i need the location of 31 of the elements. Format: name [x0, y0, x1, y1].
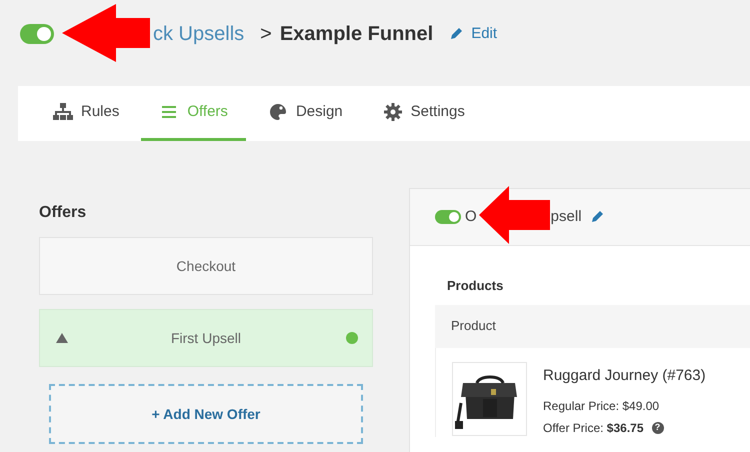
edit-link[interactable]: Edit: [449, 22, 498, 46]
add-offer-button[interactable]: + Add New Offer: [49, 384, 363, 444]
tab[interactable]: Rules: [35, 86, 138, 141]
breadcrumb-link[interactable]: ck Upsells: [153, 19, 244, 49]
column-header: Product: [435, 304, 750, 348]
products-label: Products: [447, 277, 504, 295]
tab[interactable]: Design: [250, 86, 361, 141]
funnel-title: Example Funnel: [280, 22, 434, 47]
tab[interactable]: Settings: [364, 86, 483, 141]
offer-title: O: [465, 206, 477, 227]
pencil-icon: [449, 27, 464, 41]
gear-icon: [382, 102, 403, 122]
offer-card[interactable]: Checkout: [39, 237, 373, 295]
offer-price: Offer Price: $36.75: [543, 420, 644, 437]
regular-price: Regular Price: $49.00: [543, 398, 660, 415]
sitemap-icon: [53, 102, 73, 122]
palette-icon: [268, 102, 288, 122]
status-dot: [346, 332, 358, 344]
help-icon[interactable]: ?: [652, 422, 664, 434]
offer-label: Checkout: [176, 256, 236, 276]
pencil-icon: [590, 210, 604, 224]
offer-card[interactable]: First Upsell: [39, 309, 373, 367]
toggle-switch[interactable]: [435, 210, 461, 224]
breadcrumb-separator: >: [260, 22, 272, 47]
triangle-icon: [56, 333, 68, 343]
offer-title: psell: [550, 206, 582, 227]
product-name: Ruggard Journey (#763): [543, 366, 706, 386]
section-title: Offers: [39, 203, 88, 223]
toggle-switch[interactable]: [20, 24, 54, 44]
offer-label: First Upsell: [170, 328, 241, 348]
arrow-drawing: [479, 186, 550, 246]
